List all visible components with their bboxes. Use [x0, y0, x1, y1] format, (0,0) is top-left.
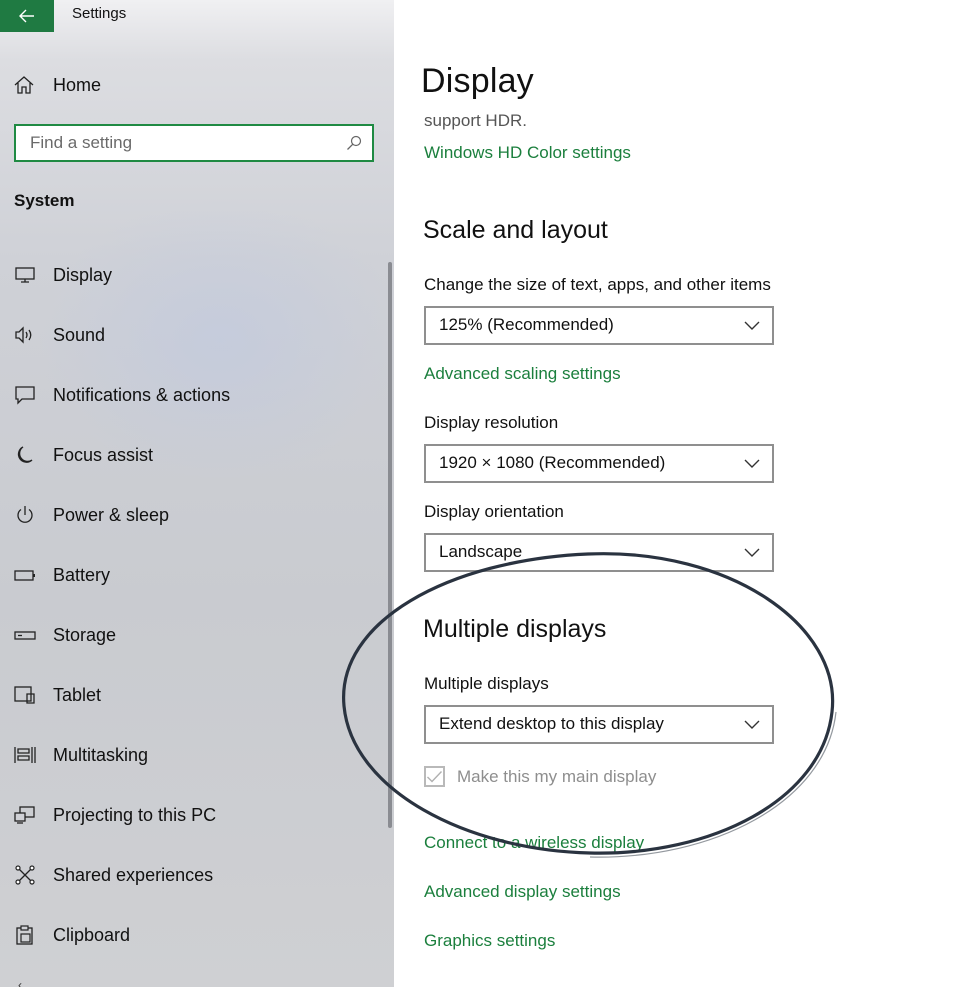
battery-icon: [13, 565, 37, 585]
page-title: Display: [421, 62, 534, 100]
orientation-label: Display orientation: [424, 502, 564, 521]
resolution-dropdown-value: 1920 × 1080 (Recommended): [439, 453, 666, 472]
sidebar-item-label: Battery: [53, 564, 111, 585]
chevron-down-icon: [744, 456, 760, 474]
home-label: Home: [53, 74, 102, 95]
projecting-icon: [13, 805, 37, 825]
section-title: System: [14, 191, 75, 210]
advanced-display-settings-link[interactable]: Advanced display settings: [424, 882, 621, 902]
sidebar-item-display[interactable]: Display: [0, 245, 394, 305]
sidebar-item-battery[interactable]: Battery: [0, 545, 394, 605]
search-icon[interactable]: [346, 135, 362, 156]
sidebar-item-shared-experiences[interactable]: Shared experiences: [0, 845, 394, 905]
back-button[interactable]: [0, 0, 54, 32]
shared-experiences-icon: [13, 865, 37, 885]
app-title: Settings: [72, 5, 127, 22]
sidebar-item-tablet[interactable]: Tablet: [0, 665, 394, 725]
sidebar-item-label: Projecting to this PC: [53, 804, 217, 825]
sidebar-item-label: Notifications & actions: [53, 384, 231, 405]
main-content: Display support HDR. Windows HD Color se…: [394, 0, 979, 987]
search-box[interactable]: [14, 124, 374, 162]
scale-dropdown[interactable]: 125% (Recommended): [424, 306, 774, 345]
graphics-settings-link[interactable]: Graphics settings: [424, 931, 555, 951]
sidebar-item-label: Multitasking: [53, 744, 149, 765]
resolution-label: Display resolution: [424, 413, 559, 432]
multiple-displays-dropdown-value: Extend desktop to this display: [439, 714, 664, 733]
home-icon: [13, 75, 37, 95]
speaker-icon: [13, 325, 37, 345]
chevron-down-icon: [744, 318, 760, 336]
multitasking-icon: [13, 745, 37, 765]
storage-icon: [13, 625, 37, 645]
orientation-dropdown[interactable]: Landscape: [424, 533, 774, 572]
sidebar: Settings Home System Display Sound: [0, 0, 394, 987]
multiple-displays-label: Multiple displays: [424, 674, 549, 693]
scale-dropdown-value: 125% (Recommended): [439, 315, 614, 334]
search-input[interactable]: [16, 126, 330, 160]
system-nav-list: Display Sound Notifications & actions Fo…: [0, 245, 394, 965]
chevron-down-icon: [744, 717, 760, 735]
checkmark-icon: [427, 770, 443, 783]
main-display-checkbox-label: Make this my main display: [457, 766, 657, 786]
sidebar-item-multitasking[interactable]: Multitasking: [0, 725, 394, 785]
hdr-support-text: support HDR.: [424, 111, 527, 130]
main-display-checkbox-row: Make this my main display: [424, 766, 656, 787]
sidebar-item-label: Focus assist: [53, 444, 154, 465]
wireless-display-link[interactable]: Connect to a wireless display: [424, 833, 644, 853]
sidebar-item-storage[interactable]: Storage: [0, 605, 394, 665]
clipboard-icon: [13, 925, 37, 945]
tablet-icon: [13, 685, 37, 705]
advanced-scaling-link[interactable]: Advanced scaling settings: [424, 364, 621, 384]
power-icon: [13, 505, 37, 525]
moon-icon: [13, 445, 37, 465]
multiple-displays-dropdown[interactable]: Extend desktop to this display: [424, 705, 774, 744]
sidebar-item-notifications[interactable]: Notifications & actions: [0, 365, 394, 425]
chevron-down-icon: [744, 545, 760, 563]
hd-color-settings-link[interactable]: Windows HD Color settings: [424, 143, 631, 163]
scale-layout-heading: Scale and layout: [423, 216, 608, 244]
sidebar-item-label: Sound: [53, 324, 106, 345]
sidebar-item-projecting[interactable]: Projecting to this PC: [0, 785, 394, 845]
sidebar-item-power-sleep[interactable]: Power & sleep: [0, 485, 394, 545]
multiple-displays-heading: Multiple displays: [423, 615, 607, 643]
chevron-left-icon: ‹: [18, 978, 22, 987]
resolution-dropdown[interactable]: 1920 × 1080 (Recommended): [424, 444, 774, 483]
notification-icon: [13, 385, 37, 405]
sidebar-item-label: Clipboard: [53, 924, 131, 945]
sidebar-item-sound[interactable]: Sound: [0, 305, 394, 365]
home-nav-item[interactable]: Home: [0, 66, 394, 104]
sidebar-item-label: Display: [53, 264, 113, 285]
orientation-dropdown-value: Landscape: [439, 542, 523, 561]
monitor-icon: [13, 265, 37, 285]
sidebar-item-clipboard[interactable]: Clipboard: [0, 905, 394, 965]
sidebar-item-label: Shared experiences: [53, 864, 214, 885]
sidebar-item-focus-assist[interactable]: Focus assist: [0, 425, 394, 485]
main-display-checkbox: [424, 766, 445, 787]
back-arrow-icon: [19, 9, 34, 23]
size-label: Change the size of text, apps, and other…: [424, 275, 771, 294]
sidebar-scrollbar[interactable]: [388, 262, 392, 828]
sidebar-item-label: Tablet: [53, 684, 102, 705]
sidebar-item-label: Power & sleep: [53, 504, 170, 525]
sidebar-item-label: Storage: [53, 624, 117, 645]
